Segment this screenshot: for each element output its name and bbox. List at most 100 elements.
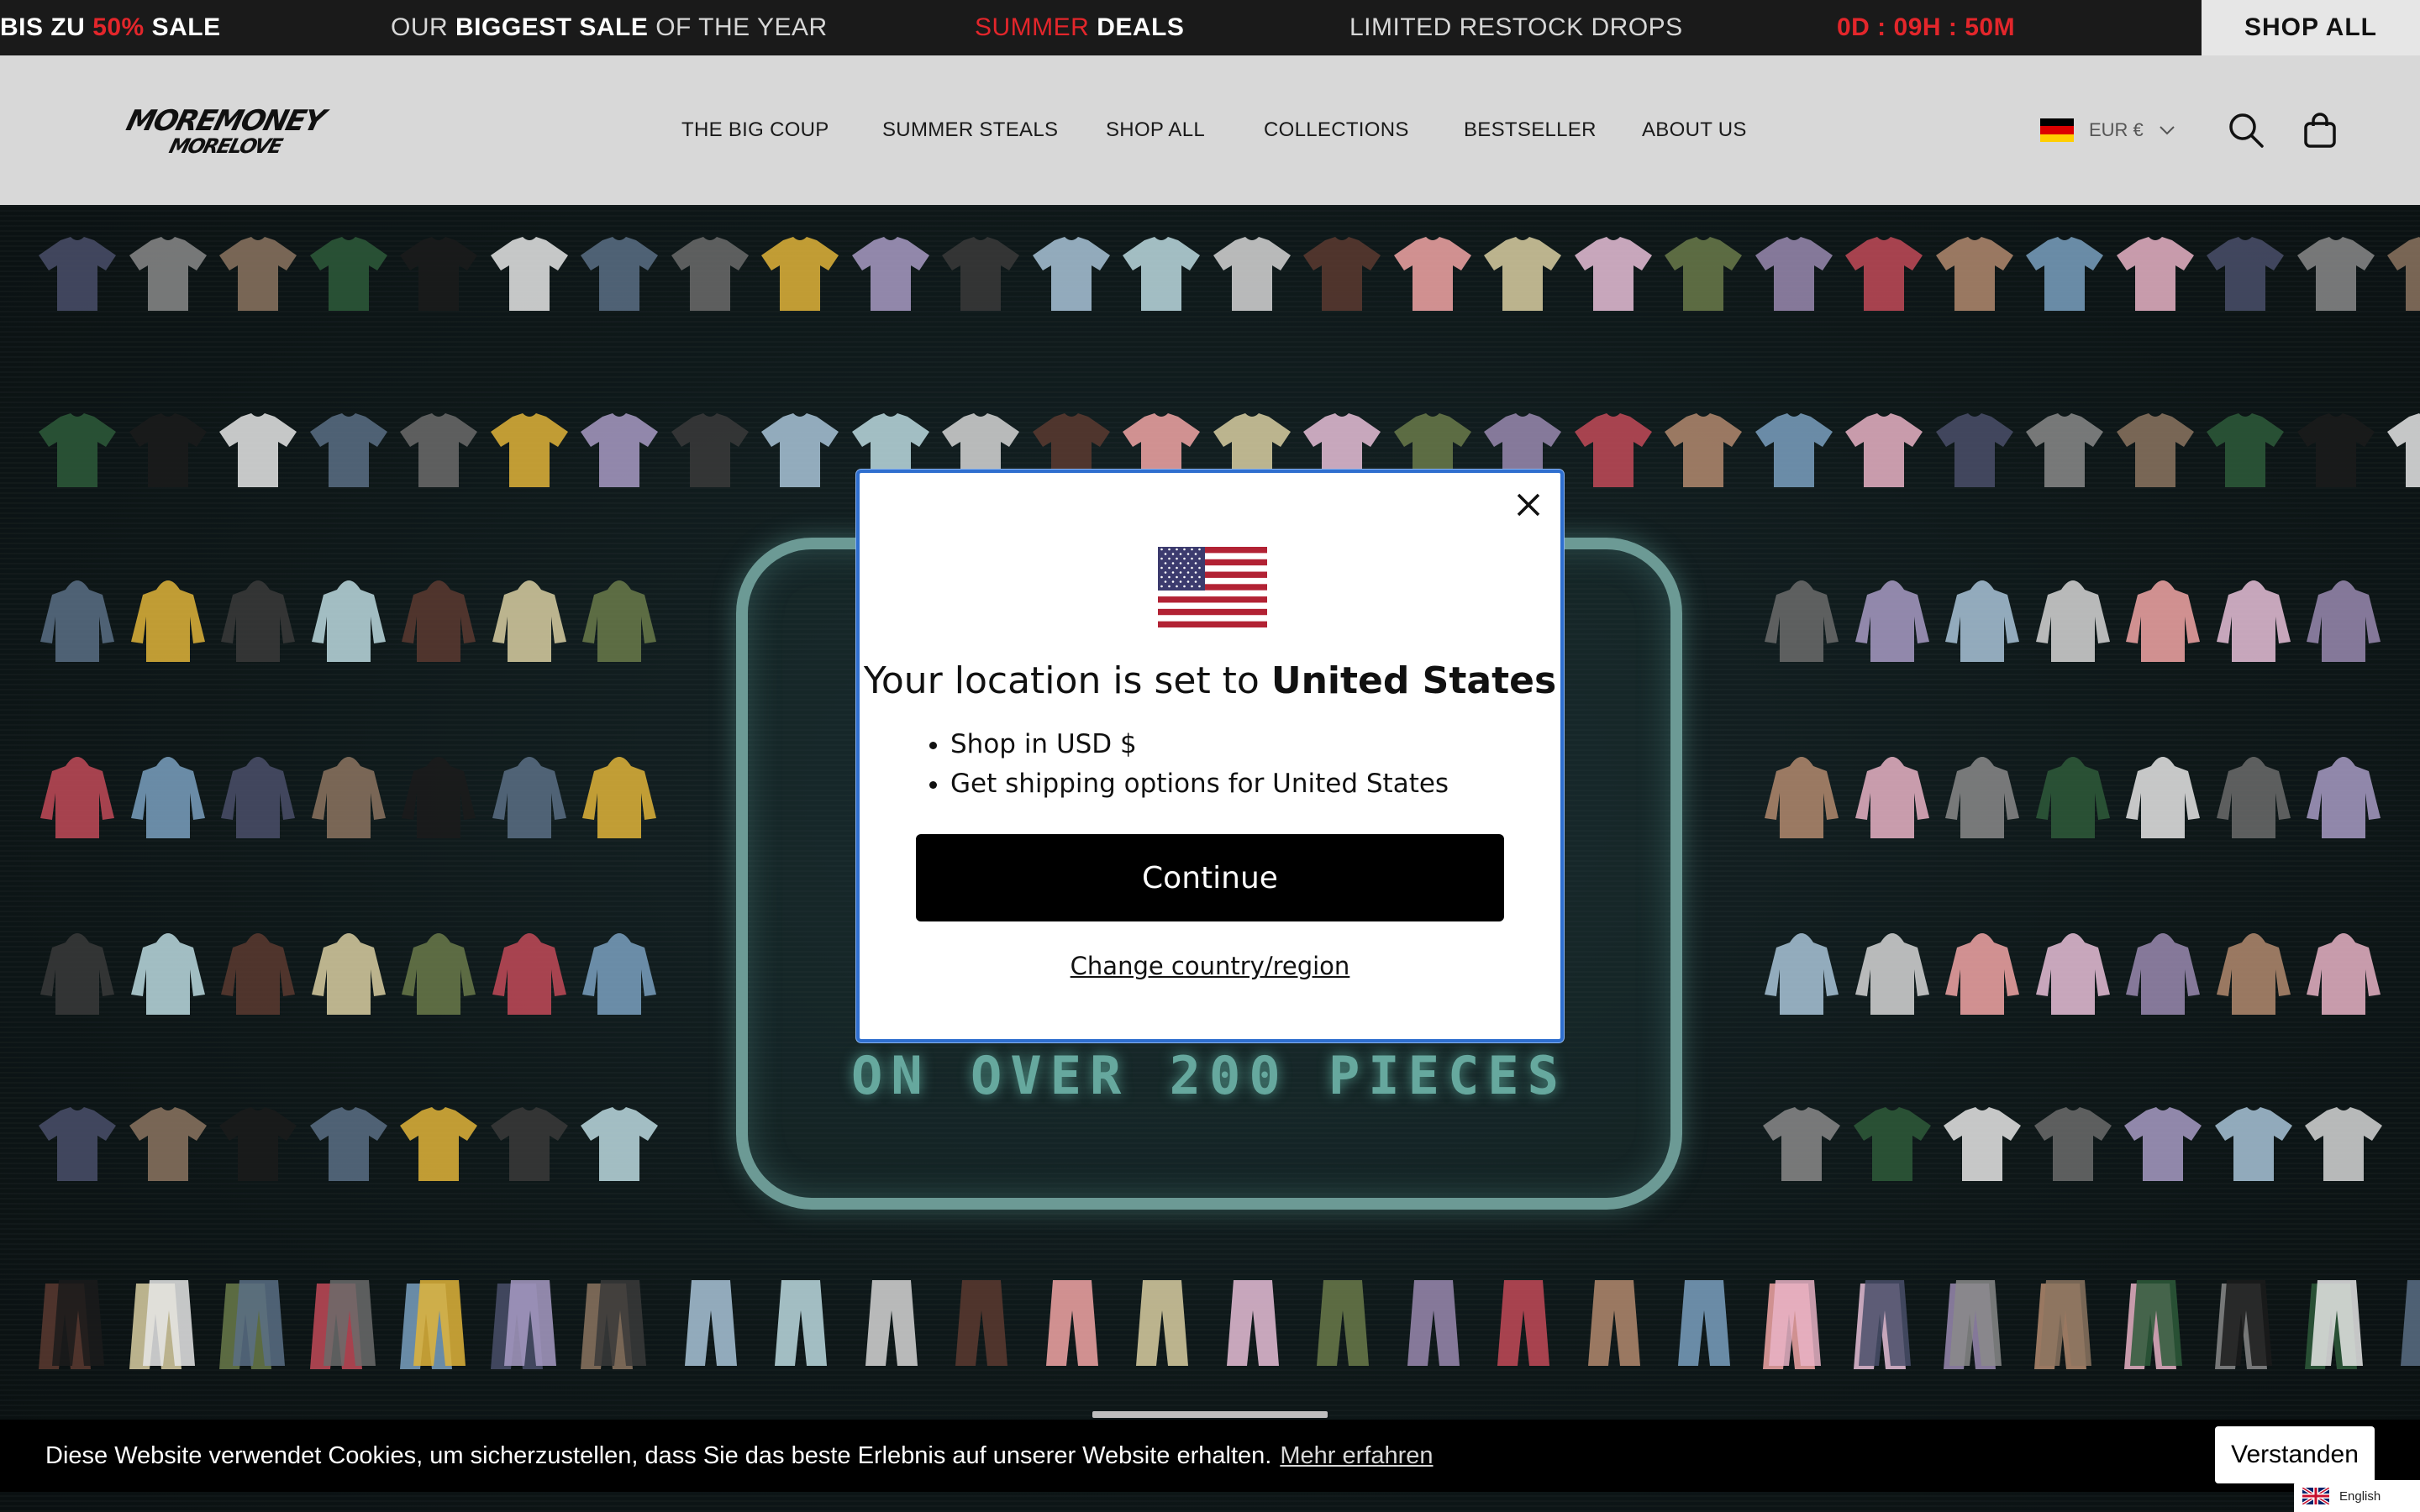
tee-thumbnail <box>1029 234 1113 318</box>
tee-thumbnail <box>2384 234 2420 318</box>
tee-thumbnail <box>849 234 933 318</box>
biggest-sale-announcement[interactable]: OUR BIGGEST SALE OF THE YEAR <box>391 0 828 55</box>
sale-announcement[interactable]: BIS ZU 50% SALE <box>0 0 221 55</box>
tee-thumbnail <box>397 1104 481 1189</box>
cookie-accept-button[interactable]: Verstanden <box>2215 1426 2375 1483</box>
restock-announcement[interactable]: LIMITED RESTOCK DROPS <box>1349 0 1683 55</box>
tee-thumbnail <box>2294 234 2378 318</box>
hoodie-thumbnail <box>307 927 391 1024</box>
tee-thumbnail <box>1481 234 1565 318</box>
language-label: English <box>2339 1488 2381 1504</box>
continue-button[interactable]: Continue <box>916 834 1504 921</box>
nav-about-us[interactable]: ABOUT US <box>1642 55 1747 205</box>
shop-all-button[interactable]: SHOP ALL <box>2202 0 2420 55</box>
tee-thumbnail <box>577 410 661 495</box>
hoodie-thumbnail <box>577 575 661 671</box>
nav-shop-all[interactable]: SHOP ALL <box>1106 55 1205 205</box>
tee-thumbnail <box>126 1104 210 1189</box>
cookie-message: Diese Website verwendet Cookies, um sich… <box>45 1442 1272 1469</box>
summer-bold: DEALS <box>1097 13 1185 41</box>
summer-deals-announcement[interactable]: SUMMER DEALS <box>975 0 1184 55</box>
hoodie-thumbnail <box>397 575 481 671</box>
pants-thumbnail <box>1946 1277 2005 1373</box>
tee-thumbnail <box>1752 410 1836 495</box>
hoodie-thumbnail <box>1760 927 1844 1024</box>
tee-thumbnail <box>758 234 842 318</box>
shopping-bag-icon[interactable] <box>2301 111 2339 150</box>
hoodie-thumbnail <box>126 575 210 671</box>
nav-summer-steals[interactable]: SUMMER STEALS <box>882 55 1058 205</box>
hoodie-thumbnail <box>397 751 481 848</box>
pants-thumbnail <box>1404 1277 1463 1373</box>
modal-title: Your location is set to United States <box>860 659 1560 702</box>
hoodie-thumbnail <box>35 751 119 848</box>
tee-thumbnail <box>2203 234 2287 318</box>
location-modal: Your location is set to United States Sh… <box>856 470 1564 1042</box>
tee-thumbnail <box>2384 410 2420 495</box>
hoodie-thumbnail <box>577 927 661 1024</box>
tee-thumbnail <box>1661 234 1745 318</box>
hoodie-thumbnail <box>1940 927 2024 1024</box>
hoodie-thumbnail <box>2121 751 2205 848</box>
pants-thumbnail <box>1223 1277 1282 1373</box>
pants-thumbnail <box>2036 1277 2095 1373</box>
nav-bestseller[interactable]: BESTSELLER <box>1464 55 1597 205</box>
nav-the-big-coup[interactable]: THE BIG COUP <box>681 55 829 205</box>
pants-thumbnail <box>1133 1277 1192 1373</box>
pants-thumbnail <box>771 1277 830 1373</box>
currency-selector[interactable]: EUR € <box>2040 116 2175 144</box>
tee-thumbnail <box>307 410 391 495</box>
tee-thumbnail <box>126 410 210 495</box>
pants-thumbnail <box>591 1277 650 1373</box>
hoodie-thumbnail <box>307 575 391 671</box>
hoodie-thumbnail <box>487 751 571 848</box>
tee-thumbnail <box>216 234 300 318</box>
sale-percent: 50% <box>92 13 145 41</box>
hoodie-thumbnail <box>1850 751 1934 848</box>
tee-thumbnail <box>1391 234 1475 318</box>
biggest-prefix: OUR <box>391 13 449 41</box>
change-country-link[interactable]: Change country/region <box>860 952 1560 980</box>
hero-banner-text: ON OVER 200 PIECES <box>851 1045 1567 1106</box>
hoodie-thumbnail <box>126 751 210 848</box>
chevron-down-icon <box>2160 126 2175 135</box>
hoodie-thumbnail <box>216 927 300 1024</box>
close-icon[interactable] <box>1512 488 1545 522</box>
hoodie-thumbnail <box>35 575 119 671</box>
hoodie-thumbnail <box>2302 751 2386 848</box>
tee-thumbnail <box>577 234 661 318</box>
benefit-shipping: Get shipping options for United States <box>950 764 1449 804</box>
sale-prefix: BIS ZU <box>0 13 86 41</box>
hoodie-thumbnail <box>2121 575 2205 671</box>
tee-thumbnail <box>1661 410 1745 495</box>
hoodie-thumbnail <box>2031 751 2115 848</box>
tee-thumbnail <box>487 410 571 495</box>
tee-thumbnail <box>2212 1104 2296 1189</box>
pants-thumbnail <box>139 1277 198 1373</box>
hoodie-thumbnail <box>2031 927 2115 1024</box>
pants-thumbnail <box>1043 1277 1102 1373</box>
hoodie-thumbnail <box>2212 927 2296 1024</box>
tee-thumbnail <box>35 410 119 495</box>
nav-collections[interactable]: COLLECTIONS <box>1264 55 1409 205</box>
tee-thumbnail <box>1119 234 1203 318</box>
tee-thumbnail <box>1760 1104 1844 1189</box>
biggest-suffix: OF THE YEAR <box>655 13 828 41</box>
hoodie-thumbnail <box>2302 927 2386 1024</box>
tee-thumbnail <box>2023 234 2107 318</box>
tee-thumbnail <box>1752 234 1836 318</box>
tee-thumbnail <box>1300 234 1384 318</box>
search-icon[interactable] <box>2227 111 2265 150</box>
biggest-bold: BIGGEST SALE <box>455 13 649 41</box>
cookie-more-link[interactable]: Mehr erfahren <box>1280 1442 1433 1469</box>
uk-flag-icon <box>2302 1488 2329 1504</box>
pants-thumbnail <box>952 1277 1011 1373</box>
language-switcher[interactable]: English <box>2294 1480 2420 1512</box>
pants-thumbnail <box>2307 1277 2366 1373</box>
tee-thumbnail <box>397 410 481 495</box>
tee-thumbnail <box>1571 234 1655 318</box>
pants-thumbnail <box>1855 1277 1914 1373</box>
hoodie-thumbnail <box>2121 927 2205 1024</box>
pants-thumbnail <box>1585 1277 1644 1373</box>
slideshow-progress[interactable] <box>1092 1411 1328 1418</box>
